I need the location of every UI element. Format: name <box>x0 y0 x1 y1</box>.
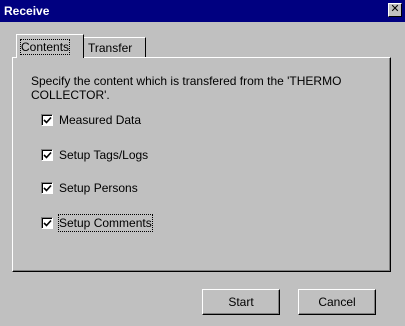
measured-data-checkbox[interactable] <box>41 114 53 126</box>
tab-contents[interactable]: Contents <box>16 34 84 58</box>
measured-data-label: Measured Data <box>59 113 142 127</box>
checkmark-icon <box>43 219 52 227</box>
cancel-button[interactable]: Cancel <box>298 289 376 315</box>
setup-persons-label: Setup Persons <box>59 181 138 195</box>
setup-comments-label: Setup Comments <box>58 214 153 232</box>
setup-tags-logs-label: Setup Tags/Logs <box>59 148 149 162</box>
receive-dialog: Receive ✕ Contents Transfer Specify the … <box>0 0 405 326</box>
setup-persons-checkbox[interactable] <box>41 182 53 194</box>
content-description: Specify the content which is transfered … <box>31 74 342 102</box>
title-bar[interactable]: Receive ✕ <box>0 0 405 22</box>
checkmark-icon <box>43 184 52 192</box>
setup-tags-logs-checkbox[interactable] <box>41 149 53 161</box>
tab-contents-label: Contents <box>19 39 71 55</box>
close-button[interactable]: ✕ <box>388 3 402 17</box>
checkmark-icon <box>43 151 52 159</box>
tab-transfer-label: Transfer <box>88 41 133 55</box>
start-button[interactable]: Start <box>202 289 280 315</box>
checkmark-icon <box>43 116 52 124</box>
contents-panel: Specify the content which is transfered … <box>12 57 391 272</box>
setup-comments-checkbox[interactable] <box>41 217 53 229</box>
window-title: Receive <box>4 4 50 18</box>
tab-transfer[interactable]: Transfer <box>84 37 146 57</box>
close-icon: ✕ <box>390 3 400 15</box>
